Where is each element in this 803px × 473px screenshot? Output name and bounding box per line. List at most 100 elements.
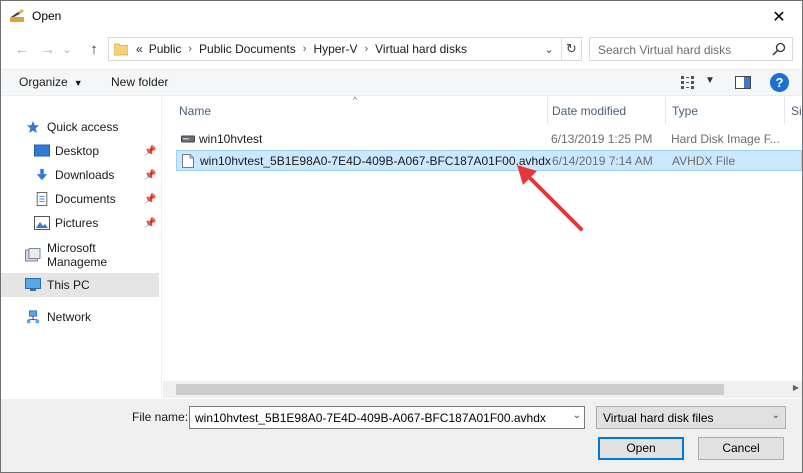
sidebar-item-quick-access[interactable]: Quick access [1,115,159,139]
breadcrumb-hyper-v[interactable]: Hyper-V [310,42,360,56]
sidebar-item-label: Quick access [47,120,119,134]
sidebar-item-downloads[interactable]: Downloads 📌 [1,163,159,187]
breadcrumb-virtual-hard-disks[interactable]: Virtual hard disks [372,42,470,56]
chevron-down-icon: ▼ [73,78,83,88]
sidebar-item-label: Documents [55,192,116,206]
cancel-button[interactable]: Cancel [698,437,784,460]
breadcrumb-separator-icon[interactable]: › [360,43,372,55]
view-options-icon[interactable] [681,76,697,89]
file-list: ^ Name Date modified Type Siz win10hvtes… [163,95,803,381]
sidebar-item-label: Network [47,310,92,324]
column-separator[interactable] [784,97,785,124]
chevron-down-icon[interactable]: ⌄ [573,410,581,421]
file-name-value: win10hvtest_5B1E98A0-7E4D-409B-A067-BFC1… [195,411,546,425]
chevron-down-icon: ⌄ [62,43,72,56]
column-separator[interactable] [665,97,666,124]
back-button[interactable]: ← [12,39,32,59]
back-arrow-icon: ← [14,40,30,58]
sidebar-item-label: Microsoft Manageme [47,241,108,269]
sidebar-item-pictures[interactable]: Pictures 📌 [1,211,159,235]
breadcrumb-separator-icon[interactable]: › [184,43,196,55]
search-input[interactable]: Search Virtual hard disks [589,37,793,61]
pin-icon: 📌 [144,145,157,157]
sidebar-item-network[interactable]: Network [1,305,159,329]
column-header-size[interactable]: Siz [791,97,803,124]
organize-label: Organize [19,75,68,89]
computer-icon [25,278,41,291]
search-placeholder: Search Virtual hard disks [598,43,732,57]
generic-file-icon [182,154,194,168]
refresh-button[interactable]: ↻ [561,38,581,60]
cloud-folder-icon [25,248,41,262]
disk-image-icon [181,135,195,143]
pin-icon: 📌 [144,193,157,205]
close-button[interactable]: ✕ [756,1,802,32]
pin-icon: 📌 [144,169,157,181]
dialog-footer: File name: win10hvtest_5B1E98A0-7E4D-409… [1,399,802,472]
breadcrumb-public[interactable]: Public [146,42,185,56]
pictures-icon [34,216,50,230]
sidebar-item-label: Pictures [55,216,99,230]
search-icon [772,42,786,56]
download-icon [36,168,48,181]
window-title: Open [32,9,62,23]
sidebar-item-label: Downloads [55,168,115,182]
column-header-type[interactable]: Type [672,97,698,124]
title-bar: Open ✕ [1,1,802,32]
organize-button[interactable]: Organize ▼ [19,75,83,89]
up-button[interactable]: ↑ [84,39,104,59]
file-type: Hard Disk Image F... [671,132,780,146]
column-header-date-modified[interactable]: Date modified [552,97,626,124]
breadcrumb-public-documents[interactable]: Public Documents [196,42,299,56]
chevron-down-icon: ⌄ [544,43,554,56]
file-type-filter-value: Virtual hard disk files [603,411,714,425]
command-bar: Organize ▼ New folder ▼ ? [1,69,802,96]
file-name: win10hvtest [199,132,263,146]
file-row[interactable]: win10hvtest_5B1E98A0-7E4D-409B-A067-BFC1… [176,150,802,171]
file-type: AVHDX File [672,154,736,168]
open-dialog: Open ✕ ← → ⌄ ↑ « Public › Public Documen… [0,0,803,473]
sidebar-item-desktop[interactable]: Desktop 📌 [1,139,159,163]
pane-divider[interactable] [161,97,162,399]
sidebar-item-documents[interactable]: Documents 📌 [1,187,159,211]
file-name-label: File name: [132,410,189,424]
address-history-button[interactable]: ⌄ [539,38,559,60]
breadcrumb-overflow[interactable]: « [133,42,146,56]
desktop-icon [34,144,50,157]
star-icon [26,120,40,134]
file-type-filter[interactable]: Virtual hard disk files ⌄ [596,406,786,429]
network-icon [26,310,40,324]
refresh-icon: ↻ [566,41,577,56]
navigation-pane: Quick access Desktop 📌 Downloads 📌 Docum… [1,97,159,399]
preview-pane-icon[interactable] [735,76,751,89]
column-header-name[interactable]: Name [179,97,211,124]
view-dropdown-icon[interactable]: ▼ [705,75,715,86]
up-arrow-icon: ↑ [90,40,98,58]
pin-icon: 📌 [144,217,157,229]
horizontal-scrollbar[interactable]: ▶ [163,381,802,398]
new-folder-button[interactable]: New folder [111,75,168,89]
sidebar-item-label: Desktop [55,144,100,158]
file-name: win10hvtest_5B1E98A0-7E4D-409B-A067-BFC1… [200,154,551,168]
forward-arrow-icon: → [40,40,56,58]
sort-ascending-icon: ^ [353,95,358,105]
sidebar-item-microsoft-management[interactable]: Microsoft Manageme [1,241,159,269]
file-name-input[interactable]: win10hvtest_5B1E98A0-7E4D-409B-A067-BFC1… [189,406,585,429]
breadcrumb-separator-icon[interactable]: › [299,43,311,55]
column-separator[interactable] [547,97,548,124]
sidebar-item-this-pc[interactable]: This PC [1,273,159,297]
sidebar-item-label: This PC [47,278,90,292]
forward-button[interactable]: → [38,39,58,59]
scrollbar-thumb[interactable] [176,384,724,395]
recent-locations-button[interactable]: ⌄ [60,39,74,59]
open-button[interactable]: Open [598,437,684,460]
file-row[interactable]: win10hvtest 6/13/2019 1:25 PM Hard Disk … [176,129,802,150]
scroll-right-icon[interactable]: ▶ [793,383,799,392]
help-icon[interactable]: ? [770,73,789,92]
close-icon: ✕ [772,8,786,26]
file-date: 6/13/2019 1:25 PM [551,132,653,146]
app-icon [10,9,24,22]
chevron-down-icon: ⌄ [771,410,780,421]
address-bar[interactable]: « Public › Public Documents › Hyper-V › … [108,37,582,61]
breadcrumb: « Public › Public Documents › Hyper-V › … [133,38,470,60]
